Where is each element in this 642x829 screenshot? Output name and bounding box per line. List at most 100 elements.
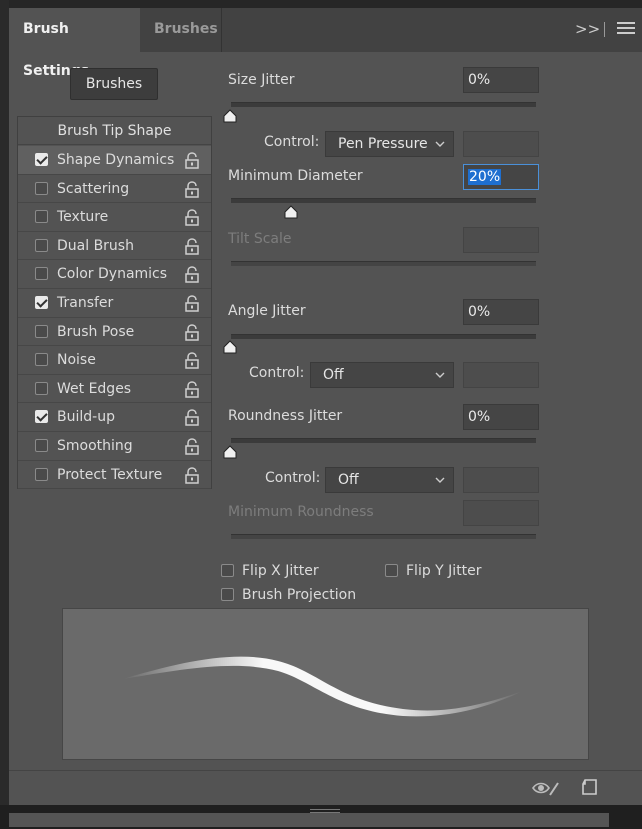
brush-option-shape-dynamics[interactable]: Shape Dynamics bbox=[18, 146, 211, 175]
tab-bar: Brush Settings Brushes >> bbox=[9, 8, 642, 79]
brush-option-scattering[interactable]: Scattering bbox=[18, 175, 211, 204]
tilt-scale-label: Tilt Scale bbox=[228, 231, 292, 247]
brush-option-texture[interactable]: Texture bbox=[18, 203, 211, 232]
roundness-control-label: Control: bbox=[265, 470, 321, 486]
color-dynamics-label: Color Dynamics bbox=[57, 266, 168, 283]
minimum-diameter-field[interactable]: 20% bbox=[463, 164, 539, 190]
brush-option-color-dynamics[interactable]: Color Dynamics bbox=[18, 260, 211, 289]
angle-control-extra-field bbox=[463, 362, 539, 388]
minimum-diameter-slider[interactable] bbox=[231, 198, 536, 203]
smoothing-label: Smoothing bbox=[57, 438, 133, 454]
panel-menu-icon[interactable] bbox=[617, 22, 635, 38]
tab-brush-settings[interactable]: Brush Settings bbox=[9, 8, 140, 79]
lock-icon[interactable] bbox=[184, 209, 200, 226]
brush-option-build-up[interactable]: Build-up bbox=[18, 403, 211, 432]
minimum-roundness-label: Minimum Roundness bbox=[228, 504, 374, 520]
size-jitter-slider-thumb[interactable] bbox=[223, 109, 237, 123]
roundness-jitter-field[interactable]: 0% bbox=[463, 404, 539, 430]
panel-footer bbox=[9, 770, 642, 805]
horizontal-scrollbar[interactable] bbox=[9, 813, 609, 827]
tilt-scale-field bbox=[463, 227, 539, 253]
chevron-down-icon bbox=[435, 372, 445, 378]
lock-icon[interactable] bbox=[184, 323, 200, 341]
wet-edges-label: Wet Edges bbox=[57, 380, 132, 397]
scattering-checkbox[interactable] bbox=[35, 181, 48, 195]
brush-option-wet-edges[interactable]: Wet Edges bbox=[18, 375, 211, 404]
angle-jitter-field[interactable]: 0% bbox=[463, 299, 539, 325]
smoothing-checkbox[interactable] bbox=[35, 439, 48, 452]
angle-jitter-slider-thumb[interactable] bbox=[223, 340, 237, 354]
brush-projection-checkbox-box[interactable] bbox=[221, 588, 234, 601]
lock-icon[interactable] bbox=[184, 295, 200, 312]
noise-checkbox[interactable] bbox=[35, 353, 48, 367]
brush-option-noise[interactable]: Noise bbox=[18, 346, 211, 375]
lock-icon[interactable] bbox=[184, 180, 200, 198]
brush-tip-shape-item[interactable]: Brush Tip Shape bbox=[18, 117, 211, 145]
brushes-button[interactable]: Brushes bbox=[70, 68, 158, 100]
dual-brush-label: Dual Brush bbox=[57, 237, 134, 254]
chevron-down-icon bbox=[435, 141, 445, 147]
brush-pose-label: Brush Pose bbox=[57, 323, 135, 340]
size-control-select[interactable]: Pen Pressure bbox=[325, 131, 454, 157]
brush-option-protect-texture[interactable]: Protect Texture bbox=[18, 461, 211, 490]
brush-option-transfer[interactable]: Transfer bbox=[18, 289, 211, 318]
brush-pose-checkbox[interactable] bbox=[35, 324, 48, 338]
build-up-checkbox[interactable] bbox=[35, 410, 48, 424]
lock-icon[interactable] bbox=[184, 152, 200, 169]
minimum-diameter-label: Minimum Diameter bbox=[228, 168, 363, 184]
brush-settings-panel: Brush Settings Brushes >> Brushes Brush … bbox=[9, 8, 642, 805]
brush-option-brush-pose[interactable]: Brush Pose bbox=[18, 318, 211, 347]
flip-y-jitter-checkbox[interactable]: Flip Y Jitter bbox=[385, 562, 505, 580]
angle-jitter-slider[interactable] bbox=[231, 334, 536, 339]
angle-jitter-label: Angle Jitter bbox=[228, 303, 306, 319]
lock-icon[interactable] bbox=[184, 352, 200, 369]
size-jitter-slider[interactable] bbox=[231, 102, 536, 107]
lock-icon[interactable] bbox=[184, 238, 200, 255]
lock-icon[interactable] bbox=[184, 266, 200, 284]
brush-projection-label: Brush Projection bbox=[242, 587, 357, 603]
scrollbar-grip-icon[interactable] bbox=[310, 809, 340, 813]
window-frame-left bbox=[0, 0, 9, 829]
roundness-jitter-slider-thumb[interactable] bbox=[223, 445, 237, 459]
flip-y-checkbox-box[interactable] bbox=[385, 564, 398, 577]
texture-checkbox[interactable] bbox=[35, 210, 48, 224]
lock-icon[interactable] bbox=[184, 438, 200, 455]
collapse-panel-button[interactable]: >> bbox=[575, 18, 600, 40]
brush-options-list: Brush Tip Shape Shape Dynamics Scattering… bbox=[17, 116, 212, 490]
lock-icon[interactable] bbox=[184, 466, 200, 484]
wet-edges-checkbox[interactable] bbox=[35, 381, 48, 395]
flip-x-checkbox-box[interactable] bbox=[221, 564, 234, 577]
scattering-label: Scattering bbox=[57, 180, 130, 197]
dual-brush-checkbox[interactable] bbox=[35, 238, 48, 252]
size-control-value: Pen Pressure bbox=[338, 136, 428, 152]
shape-dynamics-checkbox[interactable] bbox=[35, 153, 48, 166]
brush-stroke-preview bbox=[62, 608, 589, 760]
brush-option-dual-brush[interactable]: Dual Brush bbox=[18, 232, 211, 261]
brush-option-smoothing[interactable]: Smoothing bbox=[18, 432, 211, 461]
size-jitter-field[interactable]: 0% bbox=[463, 67, 539, 93]
noise-label: Noise bbox=[57, 352, 96, 369]
roundness-control-extra-field bbox=[463, 467, 539, 493]
header-divider bbox=[604, 22, 605, 37]
brush-projection-checkbox[interactable]: Brush Projection bbox=[221, 586, 371, 604]
transfer-checkbox[interactable] bbox=[35, 296, 48, 309]
angle-control-select[interactable]: Off bbox=[310, 362, 454, 388]
roundness-jitter-slider[interactable] bbox=[231, 438, 536, 443]
minimum-roundness-slider bbox=[231, 534, 536, 539]
minimum-diameter-slider-thumb[interactable] bbox=[284, 205, 298, 219]
eye-brush-icon[interactable] bbox=[531, 779, 561, 797]
window-frame-top bbox=[0, 0, 642, 8]
tab-brushes[interactable]: Brushes bbox=[140, 8, 222, 52]
protect-texture-checkbox[interactable] bbox=[35, 467, 48, 481]
flip-x-jitter-label: Flip X Jitter bbox=[242, 563, 319, 579]
color-dynamics-checkbox[interactable] bbox=[35, 267, 48, 281]
shape-dynamics-label: Shape Dynamics bbox=[57, 152, 175, 168]
new-preset-icon[interactable] bbox=[581, 778, 599, 796]
lock-icon[interactable] bbox=[184, 409, 200, 427]
flip-x-jitter-checkbox[interactable]: Flip X Jitter bbox=[221, 562, 341, 580]
build-up-label: Build-up bbox=[57, 409, 115, 426]
angle-control-label: Control: bbox=[249, 365, 305, 381]
lock-icon[interactable] bbox=[184, 381, 200, 398]
roundness-control-select[interactable]: Off bbox=[325, 467, 454, 493]
texture-label: Texture bbox=[57, 209, 109, 226]
